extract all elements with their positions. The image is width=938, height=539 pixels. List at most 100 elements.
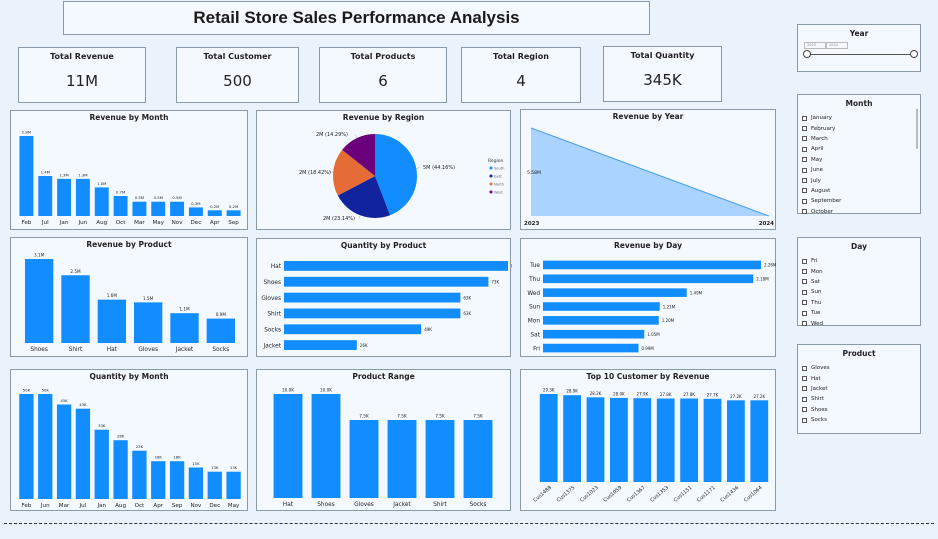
category-label: Thu <box>528 277 540 283</box>
bar <box>543 343 639 353</box>
day-option[interactable]: Tue <box>802 308 920 318</box>
month-option-label: October <box>811 208 834 215</box>
day-option-label: Wed <box>811 320 823 327</box>
category-label: Jun <box>78 220 88 226</box>
bar <box>133 302 163 343</box>
month-option[interactable]: August <box>802 186 920 196</box>
data-label: 2.8M <box>22 130 31 135</box>
scrollbar[interactable] <box>916 109 918 149</box>
checkbox[interactable] <box>802 407 807 413</box>
day-option[interactable]: Fri <box>802 256 920 266</box>
product-option[interactable]: Hat <box>802 373 920 383</box>
year-slider-handle-end[interactable] <box>910 50 918 58</box>
month-option-label: May <box>811 156 823 163</box>
bar <box>543 274 754 284</box>
bar <box>284 324 422 335</box>
bar <box>543 329 645 339</box>
bar <box>349 420 379 498</box>
panel-top10-customer: Top 10 Customer by Revenue 29.3K Cus1488 2… <box>520 369 776 511</box>
category-label: Hat <box>107 347 118 353</box>
day-option[interactable]: Wed <box>802 318 920 328</box>
month-option[interactable]: October <box>802 207 920 217</box>
year-slider-track[interactable] <box>807 54 913 55</box>
day-option[interactable]: Sat <box>802 277 920 287</box>
month-option[interactable]: September <box>802 196 920 206</box>
category-label: Cus1353 <box>649 485 670 504</box>
product-option[interactable]: Gloves <box>802 363 920 373</box>
panel-revenue-by-region: Revenue by Region 5M (44.16%) 2M (23.14%)… <box>256 110 511 230</box>
month-option[interactable]: July <box>802 175 920 185</box>
checkbox[interactable] <box>802 376 807 382</box>
checkbox[interactable] <box>802 126 807 132</box>
page-title: Retail Store Sales Performance Analysis <box>63 1 650 35</box>
checkbox[interactable] <box>802 269 807 275</box>
year-slider-handle-start[interactable] <box>803 50 811 58</box>
bar <box>207 210 222 216</box>
checkbox[interactable] <box>802 396 807 402</box>
month-option[interactable]: March <box>802 134 920 144</box>
checkbox[interactable] <box>802 198 807 204</box>
product-option[interactable]: Shirt <box>802 394 920 404</box>
leader-line <box>416 167 421 169</box>
checkbox[interactable] <box>802 289 807 295</box>
checkbox[interactable] <box>802 136 807 142</box>
month-option[interactable]: May <box>802 155 920 165</box>
category-label: Cus1023 <box>579 485 600 504</box>
kpi-total-revenue: Total Revenue 11M <box>18 47 146 103</box>
product-option-label: Shoes <box>811 406 828 413</box>
slice-label: 5M (44.16%) <box>423 165 455 171</box>
day-option[interactable]: Thu <box>802 298 920 308</box>
category-label: Oct <box>116 220 126 226</box>
data-label: 10.0K <box>320 388 332 393</box>
bar <box>75 178 90 216</box>
category-label: 2023 <box>524 221 539 227</box>
bar <box>170 313 199 343</box>
bar <box>750 400 769 482</box>
day-option[interactable]: Mon <box>802 266 920 276</box>
day-option-label: Sun <box>811 289 822 296</box>
checkbox[interactable] <box>802 258 807 264</box>
checkbox[interactable] <box>802 188 807 194</box>
category-label: Mar <box>134 220 145 226</box>
year-to-input[interactable]: 2024 <box>826 42 848 49</box>
checkbox[interactable] <box>802 365 807 371</box>
slicer-title: Day <box>851 242 867 251</box>
checkbox[interactable] <box>802 209 807 215</box>
kpi-value: 6 <box>378 72 388 90</box>
checkbox[interactable] <box>802 167 807 173</box>
category-label: Wed <box>527 291 540 297</box>
product-option-label: Hat <box>811 375 821 382</box>
bar <box>94 429 109 499</box>
checkbox[interactable] <box>802 146 807 152</box>
product-option[interactable]: Jacket <box>802 384 920 394</box>
bar <box>463 420 493 498</box>
category-label: Mon <box>528 319 541 325</box>
month-option-label: February <box>811 125 836 132</box>
checkbox[interactable] <box>802 300 807 306</box>
checkbox[interactable] <box>802 321 807 327</box>
product-option[interactable]: Shoes <box>802 405 920 415</box>
month-option[interactable]: June <box>802 165 920 175</box>
data-label: 18K <box>155 455 163 460</box>
panel-revenue-by-day: Revenue by Day Tue 2.26M Thu 2.18M Wed 1.49M S… <box>520 238 777 357</box>
checkbox[interactable] <box>802 417 807 423</box>
checkbox[interactable] <box>802 279 807 285</box>
month-option[interactable]: January <box>802 113 920 123</box>
data-label: 1.20M <box>662 318 675 323</box>
bar <box>188 467 204 499</box>
day-option[interactable]: Sun <box>802 287 920 297</box>
checkbox[interactable] <box>802 310 807 316</box>
month-option[interactable]: February <box>802 123 920 133</box>
checkbox[interactable] <box>802 157 807 163</box>
product-option[interactable]: Socks <box>802 415 920 425</box>
checkbox[interactable] <box>802 115 807 121</box>
bar <box>543 302 660 311</box>
month-option[interactable]: April <box>802 144 920 154</box>
kpi-label: Total Customer <box>203 52 272 61</box>
year-from-input[interactable]: 2023 <box>804 42 826 49</box>
data-label: 1.0M <box>97 181 106 186</box>
checkbox[interactable] <box>802 178 807 184</box>
slicer-year[interactable]: Year 2023 2024 <box>797 24 921 72</box>
category-label: Cus1059 <box>602 485 623 504</box>
checkbox[interactable] <box>802 386 807 392</box>
